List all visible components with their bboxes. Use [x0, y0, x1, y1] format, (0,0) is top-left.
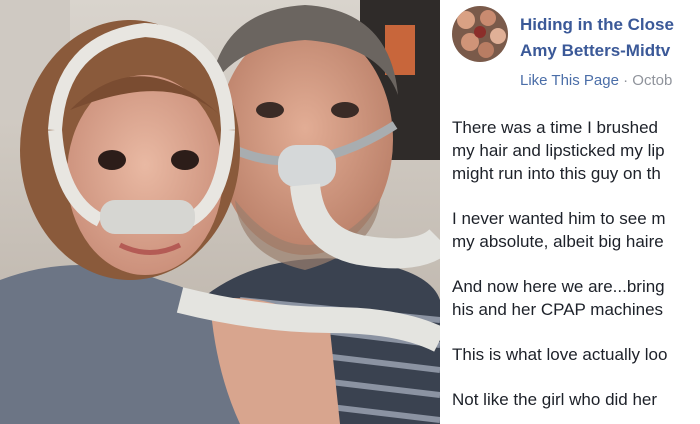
post-header: Hiding in the Close Amy Betters-Midtv Li…: [452, 6, 700, 89]
group-name-link[interactable]: Hiding in the Close: [520, 15, 674, 35]
group-avatar[interactable]: [452, 6, 508, 62]
text-line: And now here we are...bring: [452, 277, 665, 296]
paragraph-1: There was a time I brushed my hair and l…: [452, 116, 700, 185]
text-line: my hair and lipsticked my lip: [452, 141, 665, 160]
facebook-post: Hiding in the Close Amy Betters-Midtv Li…: [440, 0, 700, 424]
text-line: There was a time I brushed: [452, 118, 658, 137]
paragraph-5: Not like the girl who did her: [452, 388, 700, 411]
text-line: This is what love actually loo: [452, 345, 668, 364]
post-photo[interactable]: [0, 0, 440, 424]
post-meta: Like This Page · Octob: [520, 72, 672, 89]
like-page-link[interactable]: Like This Page: [520, 72, 619, 89]
couple-cpap-selfie-image: [0, 0, 440, 424]
post-date[interactable]: Octob: [632, 72, 672, 89]
author-name-link[interactable]: Amy Betters-Midtv: [520, 41, 670, 61]
text-line: might run into this guy on th: [452, 164, 661, 183]
paragraph-2: I never wanted him to see m my absolute,…: [452, 207, 700, 253]
paragraph-4: This is what love actually loo: [452, 343, 700, 366]
paragraph-3: And now here we are...bring his and her …: [452, 275, 700, 321]
text-line: I never wanted him to see m: [452, 209, 666, 228]
post-body: There was a time I brushed my hair and l…: [452, 116, 700, 424]
text-line: his and her CPAP machines: [452, 300, 664, 319]
text-line: Not like the girl who did her: [452, 390, 658, 409]
meta-separator: ·: [618, 72, 633, 89]
text-line: my absolute, albeit big haire: [452, 232, 664, 251]
group-collage-icon: [452, 6, 508, 62]
